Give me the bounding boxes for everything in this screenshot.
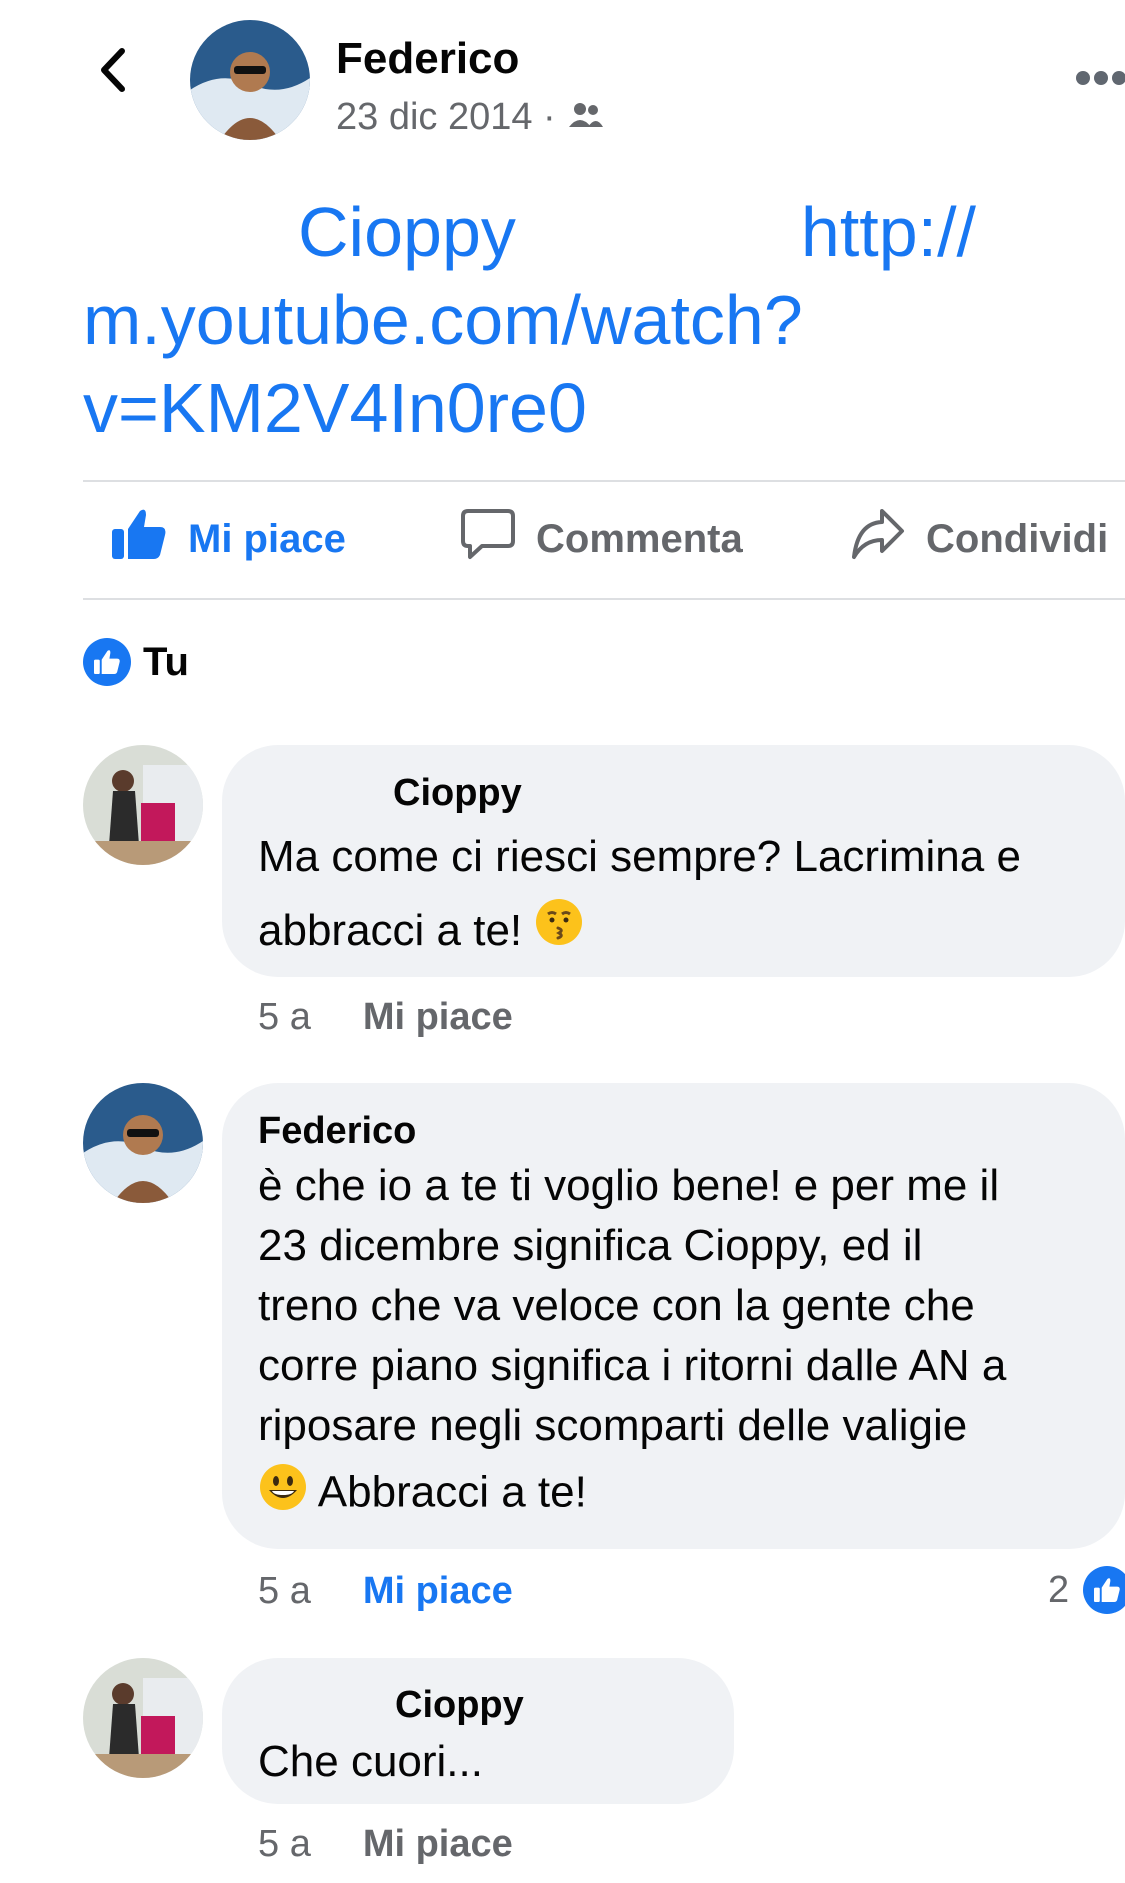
divider — [83, 598, 1125, 600]
comment-icon — [460, 507, 516, 571]
post-meta: 23 dic 2014 · — [336, 96, 604, 139]
comment-line: è che io a te ti voglio bene! e per me i… — [258, 1161, 1000, 1210]
like-label: Mi piace — [188, 516, 346, 561]
mention-link[interactable]: Cioppy — [298, 188, 516, 276]
youtube-link-part2[interactable]: m.youtube.com/watch? — [83, 276, 1113, 364]
comment-text: è che io a te ti voglio bene! e per me i… — [258, 1156, 1108, 1528]
comment-line: riposare negli scomparti delle valigie — [258, 1401, 968, 1450]
share-button[interactable]: Condividi — [850, 504, 1108, 574]
commenter-avatar[interactable] — [83, 745, 203, 865]
commenter-name[interactable]: Cioppy — [393, 772, 522, 815]
comment-label: Commenta — [536, 516, 743, 561]
back-icon[interactable] — [90, 45, 140, 95]
reactors-label: Tu — [143, 639, 189, 684]
commenter-name[interactable]: Federico — [258, 1110, 416, 1153]
comment-line: Ma come ci riesci sempre? Lacrimina e — [258, 832, 1021, 881]
like-reaction-icon — [1083, 1566, 1125, 1614]
comment-line: 23 dicembre significa Cioppy, ed il — [258, 1221, 923, 1270]
post-date[interactable]: 23 dic 2014 · — [336, 96, 556, 139]
comment-meta: 5 a Mi piace — [258, 1570, 513, 1613]
kissing-face-icon — [534, 896, 584, 970]
comment-text: Ma come ci riesci sempre? Lacrimina e ab… — [258, 820, 1108, 970]
comment-like-button[interactable]: Mi piace — [363, 1570, 513, 1613]
comment-time[interactable]: 5 a — [258, 1570, 311, 1613]
friends-icon — [568, 96, 604, 139]
comment-line: corre piano significa i ritorni dalle AN… — [258, 1341, 1007, 1390]
commenter-avatar[interactable] — [83, 1658, 203, 1778]
post-text: Cioppy http:// m.youtube.com/watch? v=KM… — [83, 188, 1113, 452]
thumbs-up-icon — [110, 507, 168, 571]
comment-time[interactable]: 5 a — [258, 1823, 311, 1866]
reactions-summary[interactable]: Tu — [83, 638, 189, 686]
comment-meta: 5 a Mi piace — [258, 996, 513, 1039]
youtube-link-part1[interactable]: http:// — [801, 188, 976, 276]
commenter-avatar[interactable] — [83, 1083, 203, 1203]
divider — [83, 480, 1125, 482]
like-reaction-icon — [83, 638, 131, 686]
more-options-icon[interactable] — [1075, 70, 1125, 86]
comment-like-button[interactable]: Mi piace — [363, 996, 513, 1039]
commenter-name[interactable]: Cioppy — [395, 1684, 524, 1727]
youtube-link-part3[interactable]: v=KM2V4In0re0 — [83, 364, 1113, 452]
share-label: Condividi — [926, 516, 1109, 561]
comment-text: Che cuori... — [258, 1737, 483, 1786]
author-avatar[interactable] — [190, 20, 310, 140]
comment-time[interactable]: 5 a — [258, 996, 311, 1039]
comment-line: Abbracci a te! — [258, 1462, 1108, 1528]
comment-line: abbracci a te! — [258, 894, 1108, 970]
comment-like-button[interactable]: Mi piace — [363, 1823, 513, 1866]
like-button[interactable]: Mi piace — [110, 504, 346, 574]
comment-line: treno che va veloce con la gente che — [258, 1281, 975, 1330]
comment-meta: 5 a Mi piace — [258, 1823, 513, 1866]
author-name[interactable]: Federico — [336, 34, 519, 84]
comment-reaction-count[interactable]: 2 — [1048, 1566, 1125, 1614]
share-icon — [850, 507, 906, 571]
grinning-face-icon — [258, 1462, 308, 1528]
comment-button[interactable]: Commenta — [460, 504, 743, 574]
